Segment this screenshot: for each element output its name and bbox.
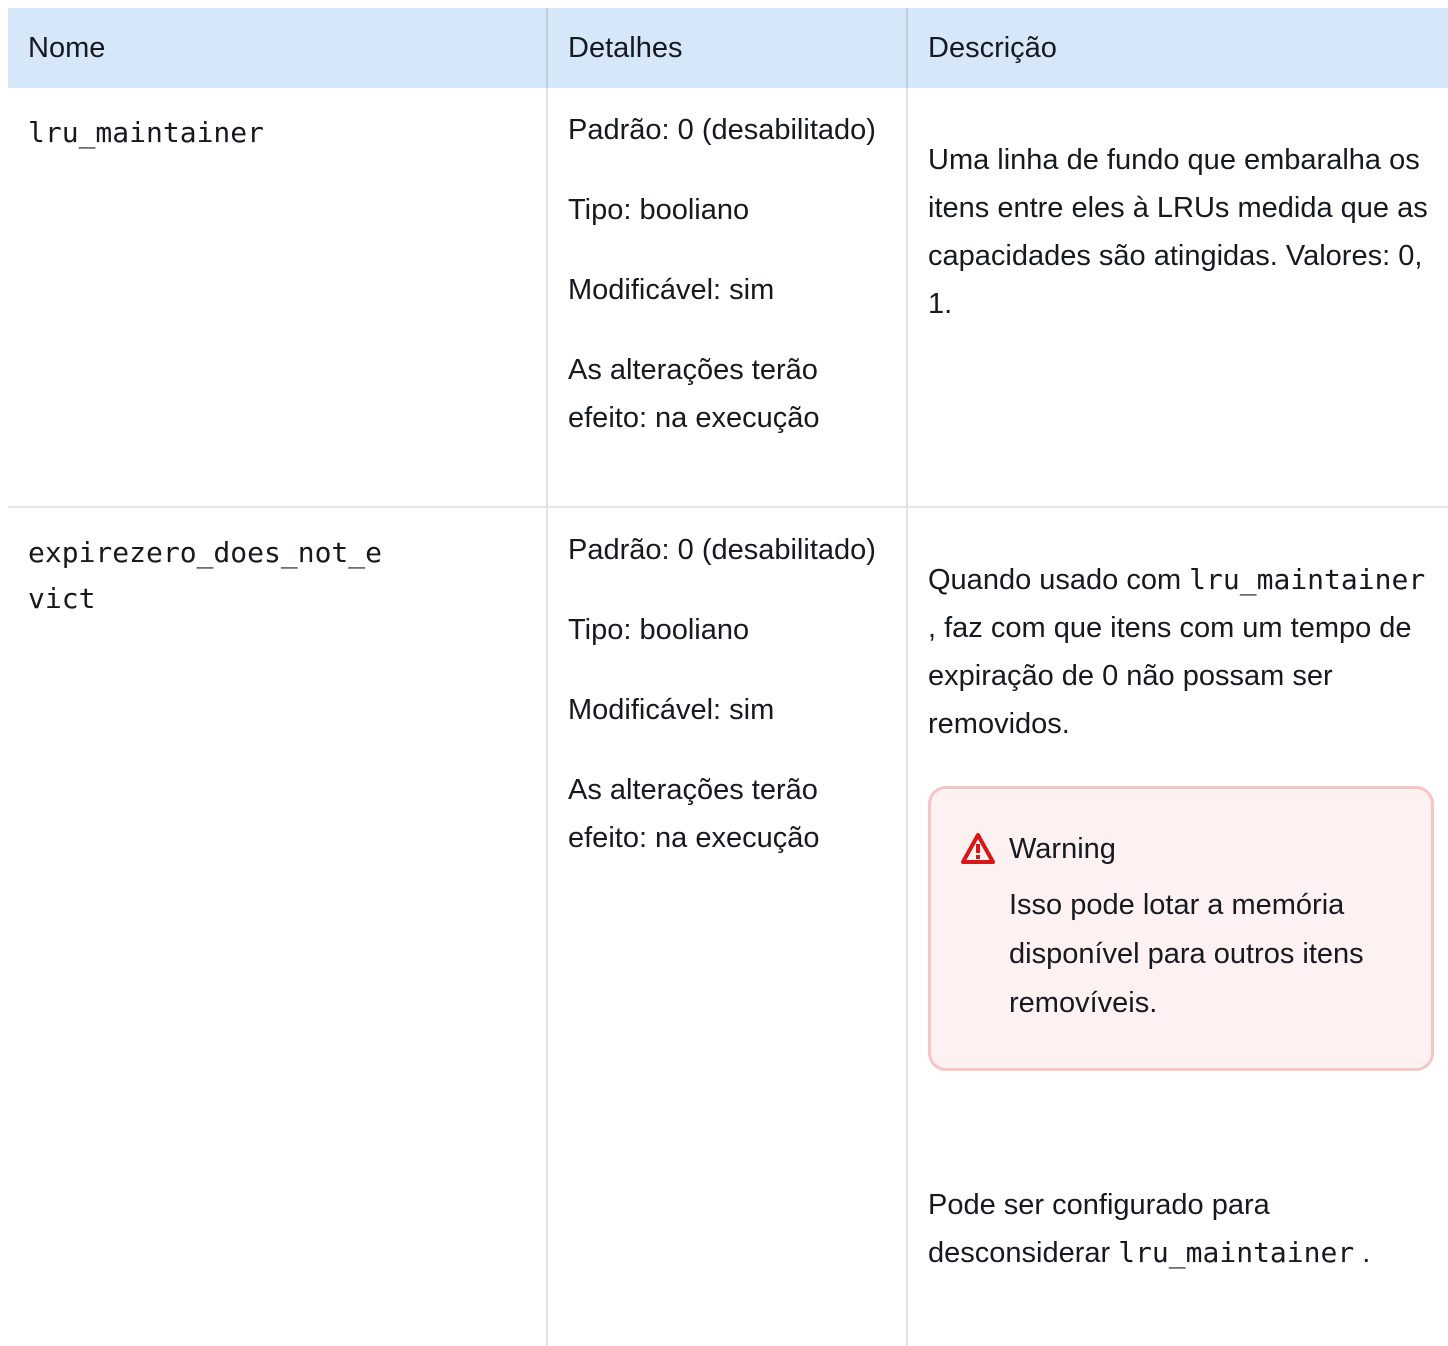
- note-text: Pode ser configurado para desconsiderar …: [928, 1181, 1428, 1277]
- header-name: Nome: [8, 8, 548, 88]
- changes-value: As alterações terão efeito: na execução: [568, 354, 820, 434]
- modifiable-value: Modificável: sim: [568, 274, 775, 306]
- details-cell: Padrão: 0 (desabilitado) Tipo: booliano …: [547, 507, 908, 1346]
- warning-alert: Warning Isso pode lotar a memória dispon…: [928, 786, 1434, 1071]
- description-cell: Quando usado com lru_maintainer , faz co…: [907, 507, 1448, 1346]
- description-text: Uma linha de fundo que embaralha os iten…: [928, 144, 1428, 320]
- header-description: Descrição: [907, 8, 1448, 88]
- warning-icon: [961, 833, 995, 864]
- parameters-table-container: Nome Detalhes Descrição lru_maintainer P…: [8, 8, 1448, 1346]
- warning-body: Isso pode lotar a memória disponível par…: [1009, 889, 1364, 1019]
- header-details: Detalhes: [547, 8, 908, 88]
- description-prefix: Quando usado com: [928, 564, 1190, 596]
- note-suffix: .: [1354, 1237, 1371, 1269]
- description-suffix: , faz com que itens com um tempo de expi…: [928, 612, 1412, 740]
- table-header-row: Nome Detalhes Descrição: [8, 8, 1448, 88]
- modifiable-value: Modificável: sim: [568, 694, 775, 726]
- table-row: lru_maintainer Padrão: 0 (desabilitado) …: [8, 88, 1448, 508]
- table-row: expirezero_does_not_evict Padrão: 0 (des…: [8, 507, 1448, 1346]
- name-cell: lru_maintainer: [8, 88, 548, 508]
- description-cell: Uma linha de fundo que embaralha os iten…: [907, 88, 1448, 508]
- details-cell: Padrão: 0 (desabilitado) Tipo: booliano …: [547, 88, 908, 508]
- name-cell: expirezero_does_not_evict: [8, 507, 548, 1346]
- parameter-name: lru_maintainer: [28, 116, 265, 149]
- parameter-name: expirezero_does_not_evict: [28, 536, 383, 615]
- parameters-table: Nome Detalhes Descrição lru_maintainer P…: [8, 8, 1448, 1346]
- changes-value: As alterações terão efeito: na execução: [568, 774, 820, 854]
- inline-code: lru_maintainer: [1189, 563, 1426, 596]
- inline-code: lru_maintainer: [1118, 1236, 1355, 1269]
- type-value: Tipo: booliano: [568, 194, 750, 226]
- default-value: Padrão: 0 (desabilitado): [568, 534, 876, 566]
- type-value: Tipo: booliano: [568, 614, 750, 646]
- description-text: Quando usado com lru_maintainer , faz co…: [928, 556, 1428, 748]
- warning-title: Warning: [1009, 833, 1116, 865]
- default-value: Padrão: 0 (desabilitado): [568, 114, 876, 146]
